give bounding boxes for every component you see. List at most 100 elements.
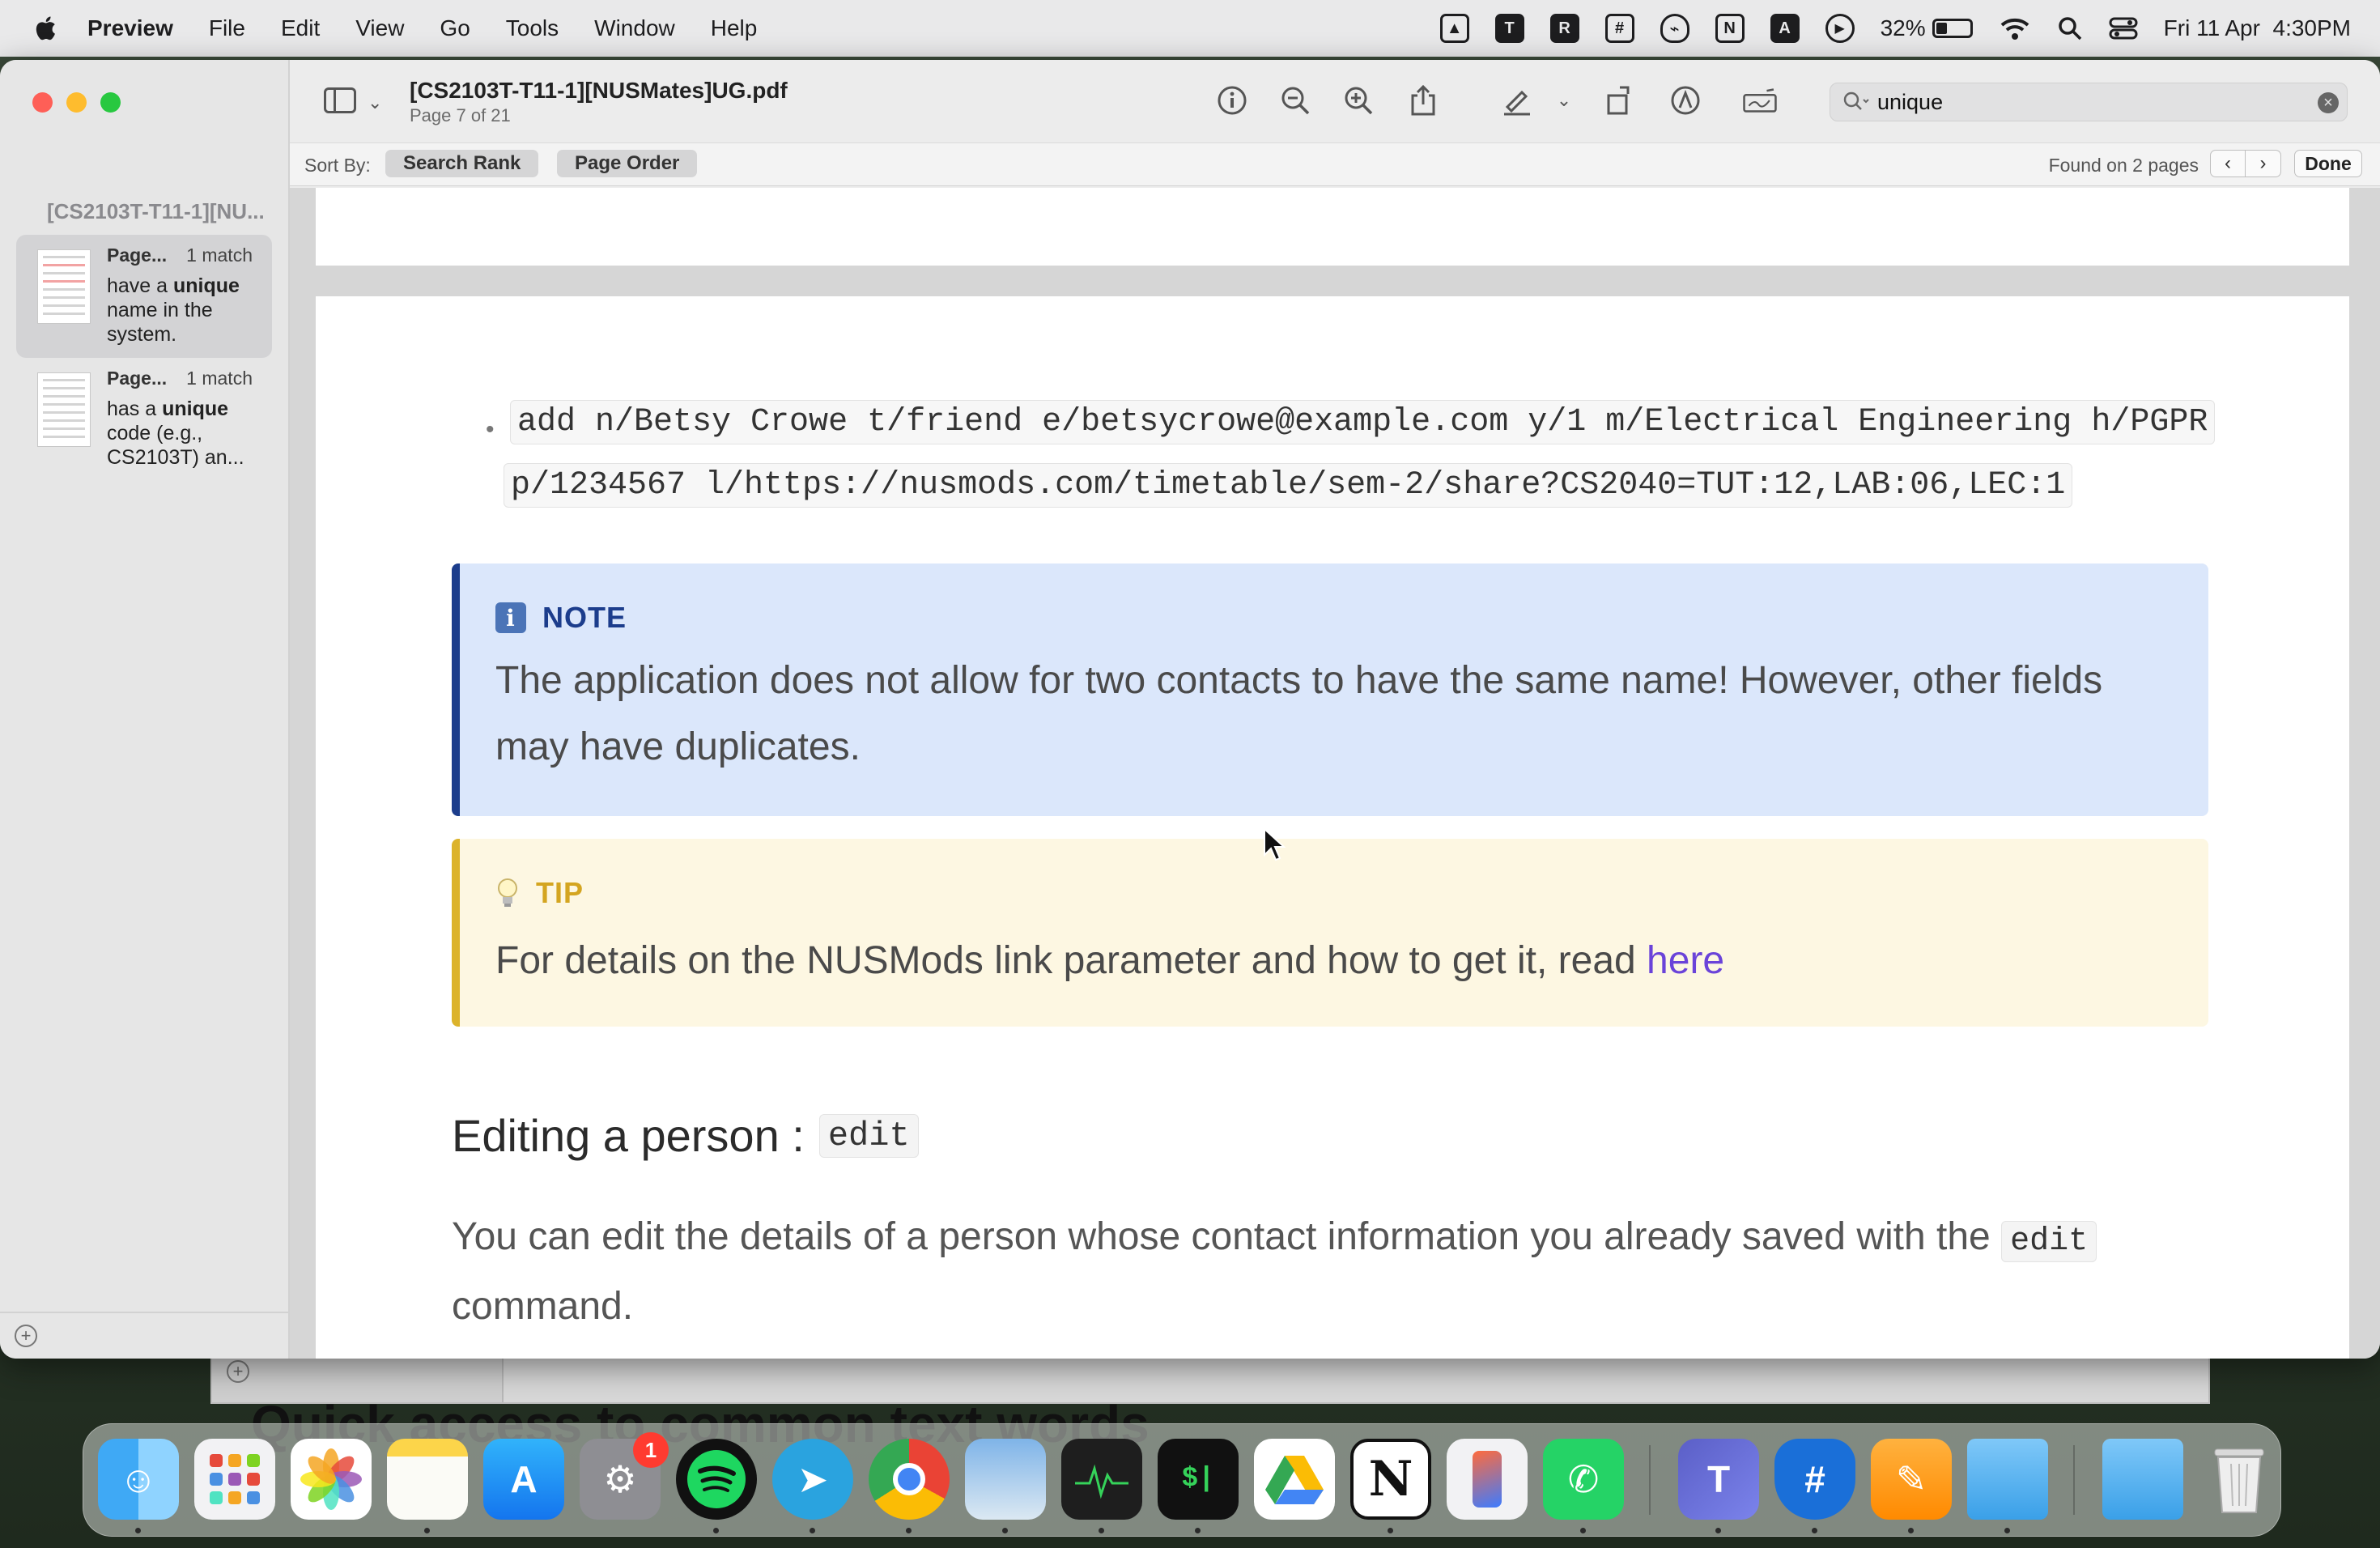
mouse-cursor-icon bbox=[1264, 827, 1286, 861]
apple-menu-icon[interactable] bbox=[32, 14, 62, 43]
note-label: NOTE bbox=[542, 601, 627, 634]
zoom-out-icon[interactable] bbox=[1277, 83, 1313, 118]
notification-badge: 1 bbox=[633, 1432, 669, 1468]
notion-icon[interactable]: N bbox=[1715, 14, 1745, 43]
search-result-item[interactable]: Page... 1 match has a unique code (e.g.,… bbox=[16, 358, 272, 481]
menu-edit[interactable]: Edit bbox=[281, 15, 320, 41]
done-button[interactable]: Done bbox=[2294, 150, 2362, 177]
menu-preview[interactable]: Preview bbox=[87, 15, 173, 41]
minimize-window-button[interactable] bbox=[66, 92, 87, 113]
notes-icon[interactable] bbox=[387, 1439, 468, 1520]
search-input[interactable] bbox=[1877, 88, 2298, 116]
rotate-icon[interactable] bbox=[1601, 83, 1637, 118]
google-drive-icon[interactable] bbox=[1254, 1439, 1335, 1520]
chrome-icon[interactable] bbox=[869, 1439, 950, 1520]
markup-pen-icon[interactable] bbox=[1499, 83, 1535, 118]
chevron-down-icon[interactable]: ⌄ bbox=[368, 92, 382, 113]
clear-search-icon[interactable]: × bbox=[2318, 92, 2339, 113]
menu-go[interactable]: Go bbox=[440, 15, 470, 41]
signature-icon[interactable] bbox=[1742, 83, 1778, 118]
here-link[interactable]: here bbox=[1647, 939, 1724, 982]
control-center-icon[interactable] bbox=[2109, 15, 2138, 41]
folder-icon[interactable] bbox=[1967, 1439, 2048, 1520]
battery-status[interactable]: 32% bbox=[1881, 15, 1973, 41]
terminal-icon[interactable]: $| bbox=[1158, 1439, 1239, 1520]
document-view[interactable]: • add n/Betsy Crowe t/friend e/betsycrow… bbox=[290, 188, 2380, 1359]
finder-icon[interactable]: ☺ bbox=[98, 1439, 179, 1520]
photos-icon[interactable] bbox=[291, 1439, 372, 1520]
app-store-icon[interactable]: A bbox=[483, 1439, 564, 1520]
chevron-down-icon[interactable]: ⌄ bbox=[1546, 83, 1582, 118]
tip-label: TIP bbox=[536, 876, 584, 909]
previous-result-button[interactable]: ‹ bbox=[2210, 150, 2246, 177]
running-indicator bbox=[1715, 1528, 1721, 1533]
sort-page-order-button[interactable]: Page Order bbox=[557, 150, 698, 177]
running-indicator bbox=[1580, 1528, 1586, 1533]
next-result-button[interactable]: › bbox=[2246, 150, 2281, 177]
spotify-icon[interactable] bbox=[676, 1439, 757, 1520]
drive-icon[interactable]: ▲ bbox=[1439, 14, 1469, 43]
page-thumbnail bbox=[37, 249, 91, 324]
spotlight-search-icon[interactable] bbox=[2057, 15, 2083, 41]
running-indicator bbox=[1099, 1528, 1104, 1533]
menu-tools[interactable]: Tools bbox=[506, 15, 559, 41]
inline-code-edit: edit bbox=[2001, 1221, 2097, 1262]
pages-icon[interactable]: ✎ bbox=[1871, 1439, 1952, 1520]
example-command-line-2: p/1234567 l/https://nusmods.com/timetabl… bbox=[504, 463, 2073, 508]
clock[interactable]: Fri 11 Apr 4:30PM bbox=[2164, 15, 2351, 41]
running-indicator bbox=[906, 1528, 912, 1533]
menu-file[interactable]: File bbox=[209, 15, 245, 41]
fullscreen-window-button[interactable] bbox=[100, 92, 121, 113]
close-window-button[interactable] bbox=[32, 92, 53, 113]
menu-view[interactable]: View bbox=[355, 15, 404, 41]
teams-icon[interactable]: T bbox=[1494, 14, 1524, 43]
notion-app-icon[interactable]: N bbox=[1350, 1439, 1431, 1520]
network-shield-icon[interactable]: # bbox=[1774, 1439, 1855, 1520]
info-icon[interactable] bbox=[1214, 83, 1250, 118]
zoom-in-icon[interactable] bbox=[1341, 83, 1376, 118]
running-indicator bbox=[1388, 1528, 1393, 1533]
note-callout: i NOTE The application does not allow fo… bbox=[452, 563, 2208, 816]
telegram-icon[interactable]: ➤ bbox=[772, 1439, 853, 1520]
wifi-icon[interactable] bbox=[1999, 15, 2031, 41]
search-results-sidebar: [CS2103T-T11-1][NU... Page... 1 match ha… bbox=[0, 60, 290, 1359]
add-icon[interactable]: + bbox=[15, 1325, 37, 1347]
find-bar: Sort By: Search Rank Page Order Found on… bbox=[290, 142, 2380, 186]
sidebar-toggle-icon[interactable] bbox=[324, 87, 356, 113]
preview-icon[interactable] bbox=[965, 1439, 1046, 1520]
preview-window: [CS2103T-T11-1][NU... Page... 1 match ha… bbox=[0, 60, 2380, 1359]
list-bullet: • bbox=[486, 416, 495, 443]
menu-window[interactable]: Window bbox=[594, 15, 675, 41]
grid-app-icon[interactable]: # bbox=[1604, 14, 1634, 43]
result-snippet: have a unique name in the system. bbox=[107, 274, 240, 346]
pdf-page-previous bbox=[316, 188, 2349, 266]
note-text: The application does not allow for two c… bbox=[495, 659, 2103, 768]
battery-icon bbox=[1932, 19, 1973, 38]
result-page-label: Page... bbox=[107, 368, 168, 389]
sort-by-label: Sort By: bbox=[304, 155, 371, 176]
window-controls bbox=[32, 92, 121, 113]
trash-icon[interactable] bbox=[2199, 1439, 2280, 1520]
launchpad-icon[interactable] bbox=[194, 1439, 275, 1520]
tip-text: For details on the NUSMods link paramete… bbox=[495, 939, 1725, 982]
activity-monitor-icon[interactable] bbox=[1061, 1439, 1142, 1520]
search-result-item[interactable]: Page... 1 match have a unique name in th… bbox=[16, 235, 272, 358]
result-snippet: has a unique code (e.g., CS2103T) an... bbox=[107, 398, 244, 469]
iphone-mirroring-icon[interactable] bbox=[1447, 1439, 1528, 1520]
running-indicator bbox=[1002, 1528, 1008, 1533]
whatsapp-icon[interactable]: ✆ bbox=[1543, 1439, 1624, 1520]
text-a-icon[interactable]: A bbox=[1770, 14, 1800, 43]
highlight-icon[interactable] bbox=[1668, 83, 1703, 118]
sort-search-rank-button[interactable]: Search Rank bbox=[385, 150, 539, 177]
vpn-shield-icon[interactable]: ⌁ bbox=[1660, 14, 1689, 43]
menu-help[interactable]: Help bbox=[711, 15, 758, 41]
system-settings-icon[interactable]: ⚙ 1 bbox=[580, 1432, 669, 1520]
found-pages-label: Found on 2 pages bbox=[2048, 155, 2199, 176]
downloads-folder-icon[interactable] bbox=[2102, 1439, 2183, 1520]
r-app-icon[interactable]: R bbox=[1549, 14, 1579, 43]
share-icon[interactable] bbox=[1405, 83, 1441, 118]
document-title: [CS2103T-T11-1][NUSMates]UG.pdf bbox=[410, 78, 788, 103]
search-field[interactable]: × bbox=[1830, 83, 2348, 121]
microsoft-teams-icon[interactable]: T bbox=[1678, 1439, 1759, 1520]
play-icon[interactable]: ▶ bbox=[1825, 14, 1855, 43]
